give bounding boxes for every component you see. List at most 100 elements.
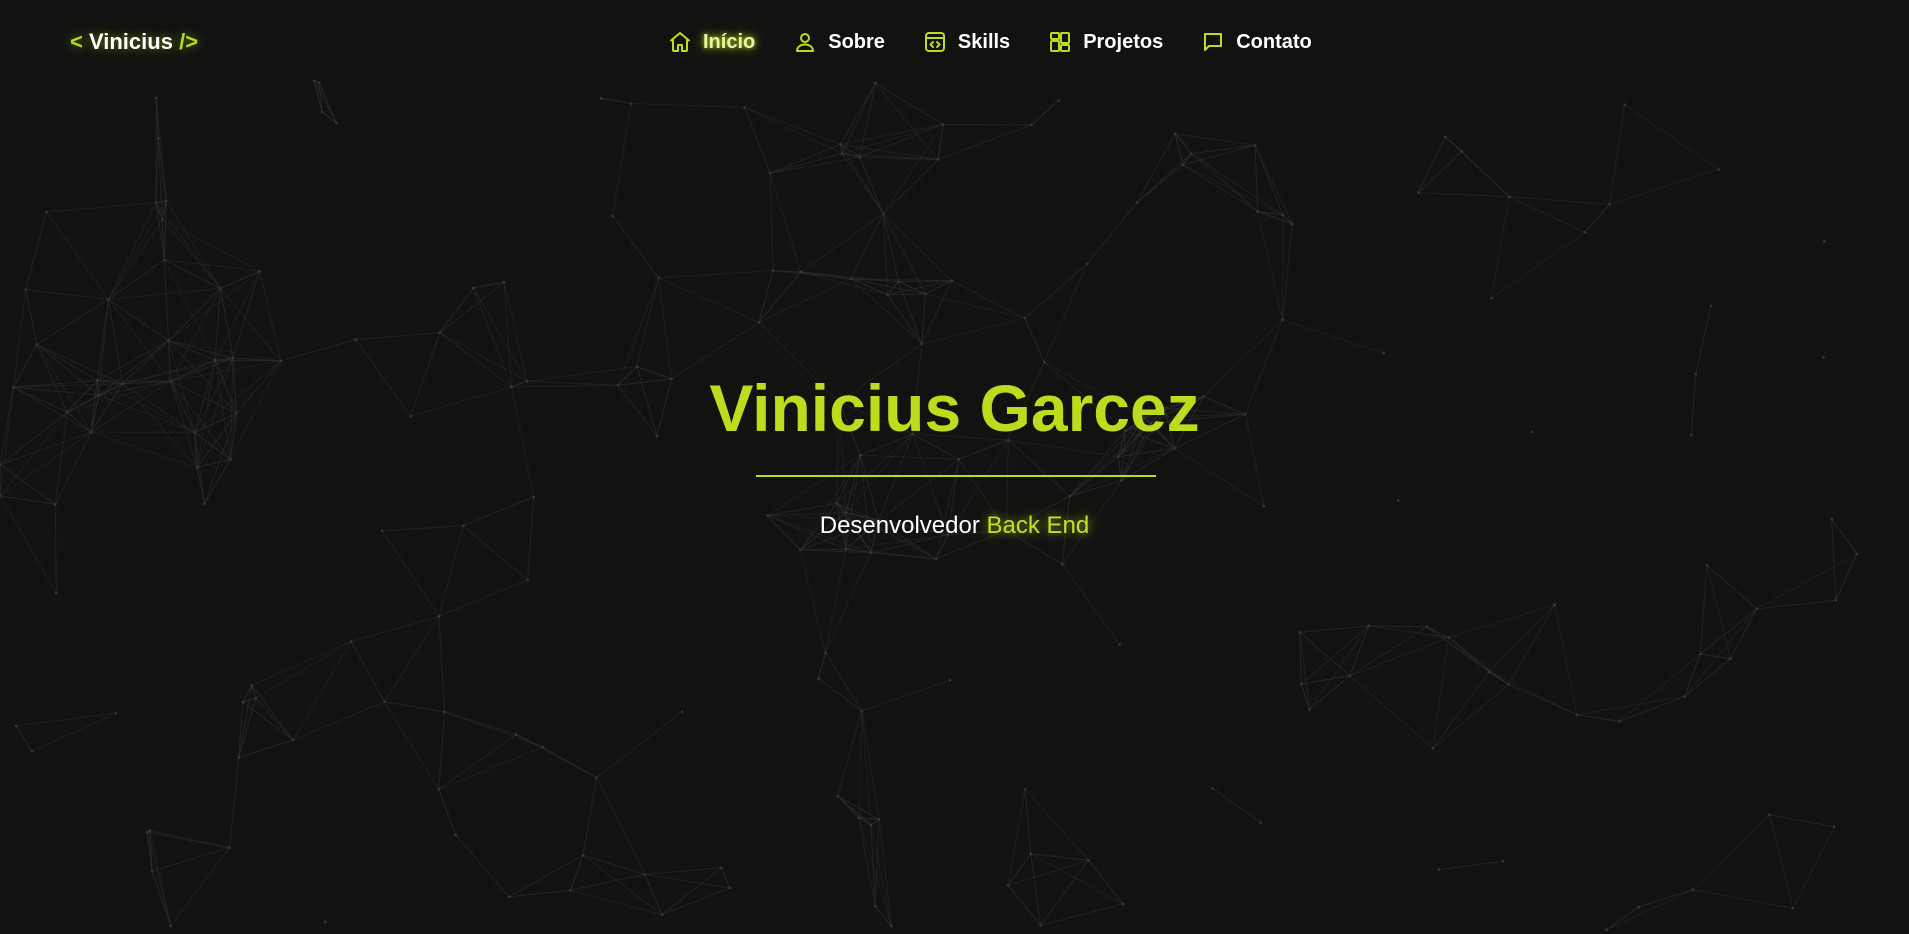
- particle-dot: [841, 152, 844, 155]
- particle-dot: [1039, 924, 1042, 927]
- particle-dot: [169, 924, 172, 928]
- particle-dot: [1043, 360, 1046, 364]
- particle-link: [108, 287, 221, 300]
- particle-link: [837, 795, 880, 820]
- nav-item-skills[interactable]: Skills: [923, 30, 1010, 54]
- particle-dot: [569, 889, 572, 892]
- nav-item-projetos[interactable]: Projetos: [1048, 30, 1163, 54]
- particle-dot: [229, 458, 232, 461]
- particle-link: [758, 271, 802, 323]
- particle-dot: [859, 453, 862, 457]
- particle-link: [438, 579, 528, 617]
- particle-dot: [154, 96, 158, 100]
- grid-icon: [1048, 30, 1072, 54]
- particle-link: [1624, 104, 1719, 170]
- particle-dot: [844, 548, 848, 551]
- particle-dot: [1575, 713, 1579, 716]
- particle-link: [439, 332, 528, 382]
- particle-link: [883, 213, 953, 282]
- particle-link: [882, 124, 944, 214]
- particle-dot: [55, 591, 58, 594]
- particle-link: [1040, 860, 1089, 926]
- particle-link: [925, 293, 1025, 319]
- particle-link: [1043, 263, 1088, 363]
- particle-dot: [599, 97, 603, 100]
- nav-item-sobre[interactable]: Sobre: [793, 30, 885, 54]
- particle-dot: [924, 292, 927, 296]
- particle-link: [381, 530, 440, 617]
- particle-dot: [1121, 902, 1125, 906]
- particle-link: [1432, 637, 1450, 749]
- particle-link: [1349, 637, 1449, 677]
- particle-link: [875, 82, 944, 125]
- particle-link: [1554, 604, 1578, 715]
- particle-link: [1606, 889, 1694, 931]
- particle-link: [1706, 565, 1758, 610]
- particle-dot: [719, 866, 723, 870]
- particle-dot: [1729, 657, 1732, 661]
- particle-link: [1300, 625, 1370, 685]
- hero-subtitle-accent: Back End: [986, 512, 1090, 539]
- particle-dot: [1553, 603, 1557, 606]
- particle-link: [883, 159, 939, 215]
- particle-link: [644, 867, 722, 875]
- particle-dot: [161, 218, 164, 221]
- particle-dot: [629, 102, 633, 105]
- particle-dot: [1487, 670, 1491, 674]
- particle-dot: [438, 331, 442, 335]
- particle-link: [1007, 859, 1089, 886]
- particle-dot: [873, 904, 877, 908]
- particle-link: [658, 270, 774, 279]
- particle-link: [1695, 305, 1712, 375]
- particle-link: [1174, 133, 1256, 146]
- particle-dot: [882, 212, 885, 215]
- particle-link: [46, 211, 109, 300]
- particle-link: [1756, 553, 1858, 610]
- particle-dot: [324, 920, 327, 923]
- particle-dot: [886, 293, 889, 296]
- particle-dot: [349, 640, 353, 643]
- particle-link: [1491, 231, 1586, 299]
- particle-link: [355, 332, 440, 341]
- particle-dot: [849, 277, 853, 280]
- particle-link: [631, 103, 745, 108]
- hero-divider: [756, 475, 1156, 477]
- particle-dot: [14, 724, 18, 728]
- particle-link: [882, 213, 888, 295]
- particle-dot: [1382, 351, 1386, 355]
- particle-link: [1282, 223, 1293, 320]
- nav-item-inicio[interactable]: Início: [668, 30, 755, 54]
- particle-network-background: [0, 79, 1859, 931]
- particle-link: [937, 124, 1032, 160]
- particle-link: [107, 219, 163, 300]
- particle-link: [887, 293, 926, 296]
- particle-dot: [1608, 203, 1611, 206]
- particle-dot: [768, 171, 772, 175]
- particle-link: [1182, 164, 1258, 213]
- particle-link: [841, 82, 876, 154]
- particle-link: [36, 298, 109, 346]
- particle-link: [596, 711, 683, 779]
- particle-link: [1432, 684, 1509, 749]
- particle-link: [658, 277, 672, 379]
- particle-dot: [1623, 103, 1626, 106]
- nav-item-contato[interactable]: Contato: [1201, 30, 1312, 54]
- particle-link: [837, 795, 860, 819]
- particle-link: [943, 123, 1032, 126]
- particle-dot: [507, 895, 511, 899]
- particle-link: [1117, 456, 1122, 481]
- particle-link: [799, 549, 827, 653]
- particle-dot: [437, 615, 441, 618]
- particle-dot: [948, 678, 952, 682]
- particle-link: [238, 685, 253, 758]
- particle-link: [1418, 151, 1463, 193]
- particle-link: [0, 495, 56, 505]
- particle-link: [769, 143, 841, 174]
- particle-link: [595, 777, 646, 875]
- particle-dot: [250, 684, 253, 687]
- particle-dot: [757, 321, 761, 324]
- logo[interactable]: < Vinicius />: [70, 29, 198, 55]
- particle-link: [850, 213, 884, 279]
- particle-link: [800, 548, 846, 551]
- particle-link: [1308, 625, 1370, 710]
